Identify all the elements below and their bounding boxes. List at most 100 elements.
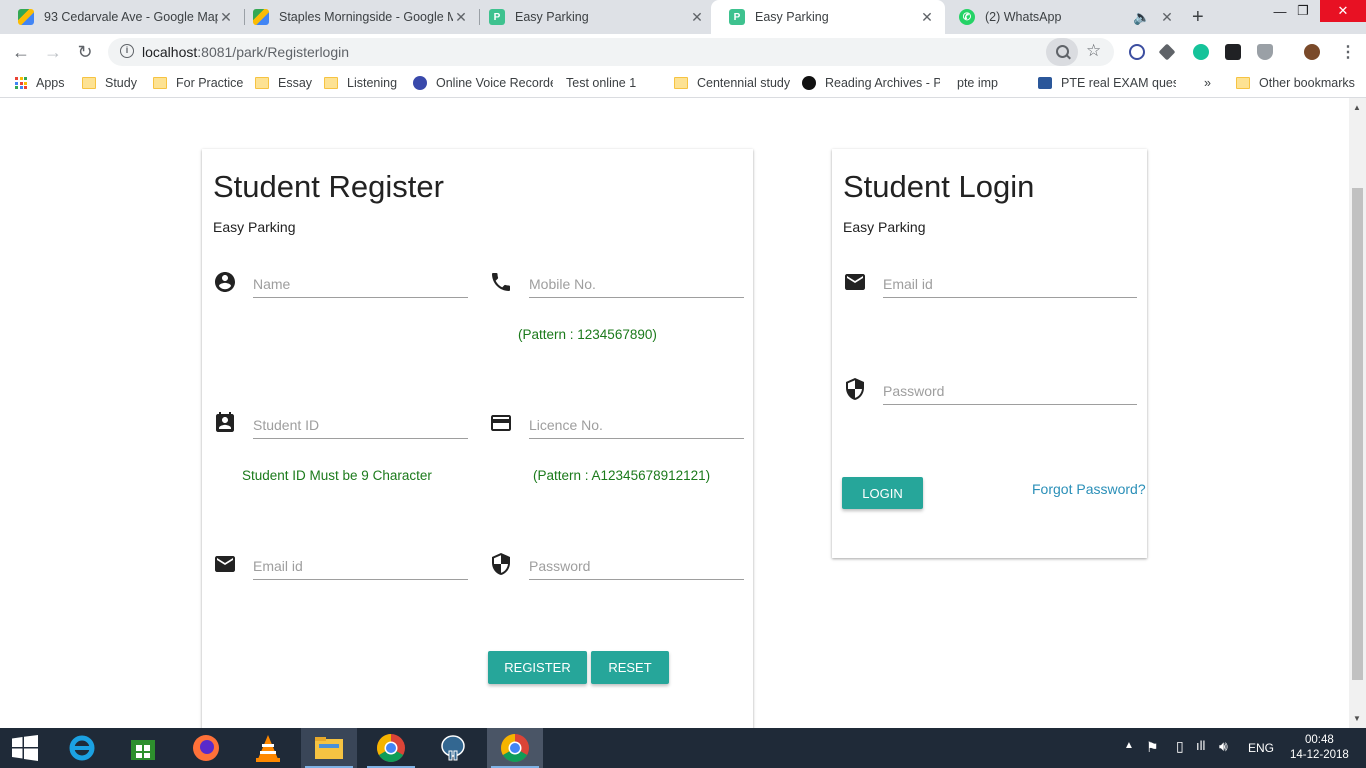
new-tab-button[interactable]: + bbox=[1192, 6, 1204, 29]
bookmark-study[interactable]: Study bbox=[82, 76, 137, 90]
folder-icon bbox=[674, 77, 688, 89]
block-extension-icon[interactable] bbox=[1129, 44, 1145, 60]
profile-avatar[interactable] bbox=[1304, 44, 1320, 60]
tab-close-icon[interactable]: ✕ bbox=[919, 9, 935, 26]
postgresql-taskbar-icon[interactable] bbox=[425, 728, 481, 768]
student-id-input[interactable] bbox=[253, 411, 468, 439]
back-arrow-icon[interactable]: ← bbox=[10, 41, 32, 63]
name-input[interactable] bbox=[253, 270, 468, 298]
bookmark-other-bookmarks[interactable]: Other bookmarks bbox=[1236, 76, 1355, 90]
mobile-pattern-hint: (Pattern : 1234567890) bbox=[518, 327, 657, 342]
folder-icon bbox=[324, 77, 338, 89]
site-info-icon[interactable]: i bbox=[120, 44, 134, 58]
chrome-taskbar-icon[interactable] bbox=[363, 728, 419, 768]
vlc-taskbar-icon[interactable] bbox=[240, 728, 296, 768]
tab-google-maps-staples[interactable]: Staples Morningside - Google M ✕ bbox=[235, 0, 479, 34]
bookmark-for-practice[interactable]: For Practice bbox=[153, 76, 243, 90]
mobile-field bbox=[489, 270, 745, 310]
student-register-card: Student Register Easy Parking (Pattern :… bbox=[202, 149, 753, 728]
speaker-icon: 🔈 bbox=[1133, 8, 1151, 25]
page-content: Student Register Easy Parking (Pattern :… bbox=[0, 98, 1366, 728]
system-clock[interactable]: 00:48 14-12-2018 bbox=[1290, 733, 1349, 763]
forward-arrow-icon[interactable]: → bbox=[42, 41, 64, 63]
easy-parking-icon: P bbox=[489, 9, 505, 25]
credit-card-icon bbox=[491, 415, 511, 431]
battery-icon[interactable]: ▯ bbox=[1176, 738, 1184, 755]
vlc-cone-icon bbox=[256, 735, 280, 762]
reload-icon[interactable]: ↻ bbox=[74, 41, 96, 63]
network-signal-icon[interactable]: ıll bbox=[1196, 738, 1205, 753]
folder-icon bbox=[1236, 77, 1250, 89]
register-button[interactable]: REGISTER bbox=[488, 651, 587, 684]
zoom-icon[interactable] bbox=[1046, 38, 1078, 66]
reset-button[interactable]: RESET bbox=[591, 651, 669, 684]
bookmark-reading-archives[interactable]: Reading Archives - P bbox=[802, 76, 940, 90]
google-maps-icon bbox=[18, 9, 34, 25]
tab-easy-parking-2[interactable]: P Easy Parking ✕ bbox=[711, 0, 945, 34]
chrome-taskbar-icon-active[interactable] bbox=[487, 728, 543, 768]
bookmark-pte-real-exam[interactable]: PTE real EXAM questi bbox=[1038, 76, 1176, 90]
show-hidden-icons-chevron-icon[interactable]: ▲ bbox=[1124, 740, 1134, 751]
bookmark-essay[interactable]: Essay bbox=[255, 76, 312, 90]
name-field bbox=[213, 270, 469, 310]
register-password-field bbox=[489, 552, 745, 592]
login-email-input[interactable] bbox=[883, 270, 1137, 298]
elephant-icon bbox=[441, 735, 465, 761]
bookmark-star-icon[interactable]: ☆ bbox=[1086, 41, 1101, 61]
grammarly-icon[interactable] bbox=[1193, 44, 1209, 60]
ie-icon bbox=[69, 735, 95, 761]
start-button[interactable] bbox=[0, 728, 50, 768]
more-bookmarks-chevron-icon[interactable]: » bbox=[1204, 76, 1211, 90]
login-subtitle: Easy Parking bbox=[843, 219, 926, 235]
browser-toolbar: ← → ↻ i localhost:8081/park/Registerlogi… bbox=[0, 34, 1366, 70]
firefox-taskbar-icon[interactable] bbox=[178, 728, 234, 768]
file-explorer-taskbar-icon[interactable] bbox=[301, 728, 357, 768]
browser-tab-strip: 93 Cedarvale Ave - Google Map ✕ Staples … bbox=[0, 0, 1366, 34]
tab-close-icon[interactable]: ✕ bbox=[689, 9, 705, 26]
account-circle-icon bbox=[215, 272, 235, 292]
d-extension-icon[interactable] bbox=[1225, 44, 1241, 60]
bookmark-centennial-study[interactable]: Centennial study bbox=[674, 76, 790, 90]
language-indicator[interactable]: ENG bbox=[1248, 741, 1274, 755]
page-scrollbar[interactable]: ▲ ▼ bbox=[1349, 98, 1366, 728]
tab-whatsapp[interactable]: ✆ (2) WhatsApp 🔈 ✕ bbox=[941, 0, 1185, 34]
google-maps-icon bbox=[253, 9, 269, 25]
shield-extension-icon[interactable] bbox=[1257, 44, 1273, 60]
close-window-button[interactable]: ✕ bbox=[1320, 0, 1366, 22]
internet-explorer-taskbar-icon[interactable] bbox=[54, 728, 110, 768]
licence-field bbox=[489, 411, 745, 451]
mobile-input[interactable] bbox=[529, 270, 744, 298]
bookmark-test-online-1[interactable]: Test online 1 bbox=[566, 76, 636, 90]
tab-close-icon[interactable]: ✕ bbox=[453, 9, 469, 26]
tab-google-maps-cedarvale[interactable]: 93 Cedarvale Ave - Google Map ✕ bbox=[0, 0, 244, 34]
scroll-up-arrow-icon[interactable]: ▲ bbox=[1353, 103, 1361, 112]
kebab-menu-icon[interactable]: ⋮ bbox=[1340, 42, 1356, 62]
login-title: Student Login bbox=[843, 169, 1035, 204]
bookmark-online-voice-recorder[interactable]: Online Voice Recorde bbox=[413, 76, 553, 90]
bookmark-pte-imp[interactable]: pte imp bbox=[957, 76, 998, 90]
tab-title: 93 Cedarvale Ave - Google Map bbox=[44, 10, 218, 24]
action-flag-icon[interactable]: ⚑ bbox=[1146, 739, 1159, 756]
forgot-password-link[interactable]: Forgot Password? bbox=[1032, 481, 1146, 497]
mail-icon bbox=[215, 556, 235, 572]
store-taskbar-icon[interactable] bbox=[115, 728, 171, 768]
volume-icon[interactable]: 🔊︎ bbox=[1219, 738, 1228, 755]
firefox-icon bbox=[193, 735, 219, 761]
licence-input[interactable] bbox=[529, 411, 744, 439]
scroll-down-arrow-icon[interactable]: ▼ bbox=[1353, 714, 1361, 723]
login-button[interactable]: LOGIN bbox=[842, 477, 923, 509]
bookmark-apps[interactable]: Apps bbox=[15, 76, 65, 90]
scrollbar-thumb[interactable] bbox=[1352, 188, 1363, 680]
tab-close-icon[interactable]: ✕ bbox=[218, 9, 234, 26]
url-text: localhost:8081/park/Registerlogin bbox=[142, 44, 350, 60]
bookmarks-bar: Apps Study For Practice Essay Listening … bbox=[0, 70, 1366, 98]
register-password-input[interactable] bbox=[529, 552, 744, 580]
register-title: Student Register bbox=[213, 169, 444, 204]
bookmark-listening[interactable]: Listening bbox=[324, 76, 397, 90]
address-bar[interactable]: i localhost:8081/park/Registerlogin bbox=[108, 38, 1114, 66]
login-password-input[interactable] bbox=[883, 377, 1137, 405]
tab-easy-parking-1[interactable]: P Easy Parking ✕ bbox=[471, 0, 715, 34]
tab-close-icon[interactable]: ✕ bbox=[1159, 9, 1175, 26]
register-email-input[interactable] bbox=[253, 552, 468, 580]
eraser-extension-icon[interactable] bbox=[1158, 43, 1176, 61]
